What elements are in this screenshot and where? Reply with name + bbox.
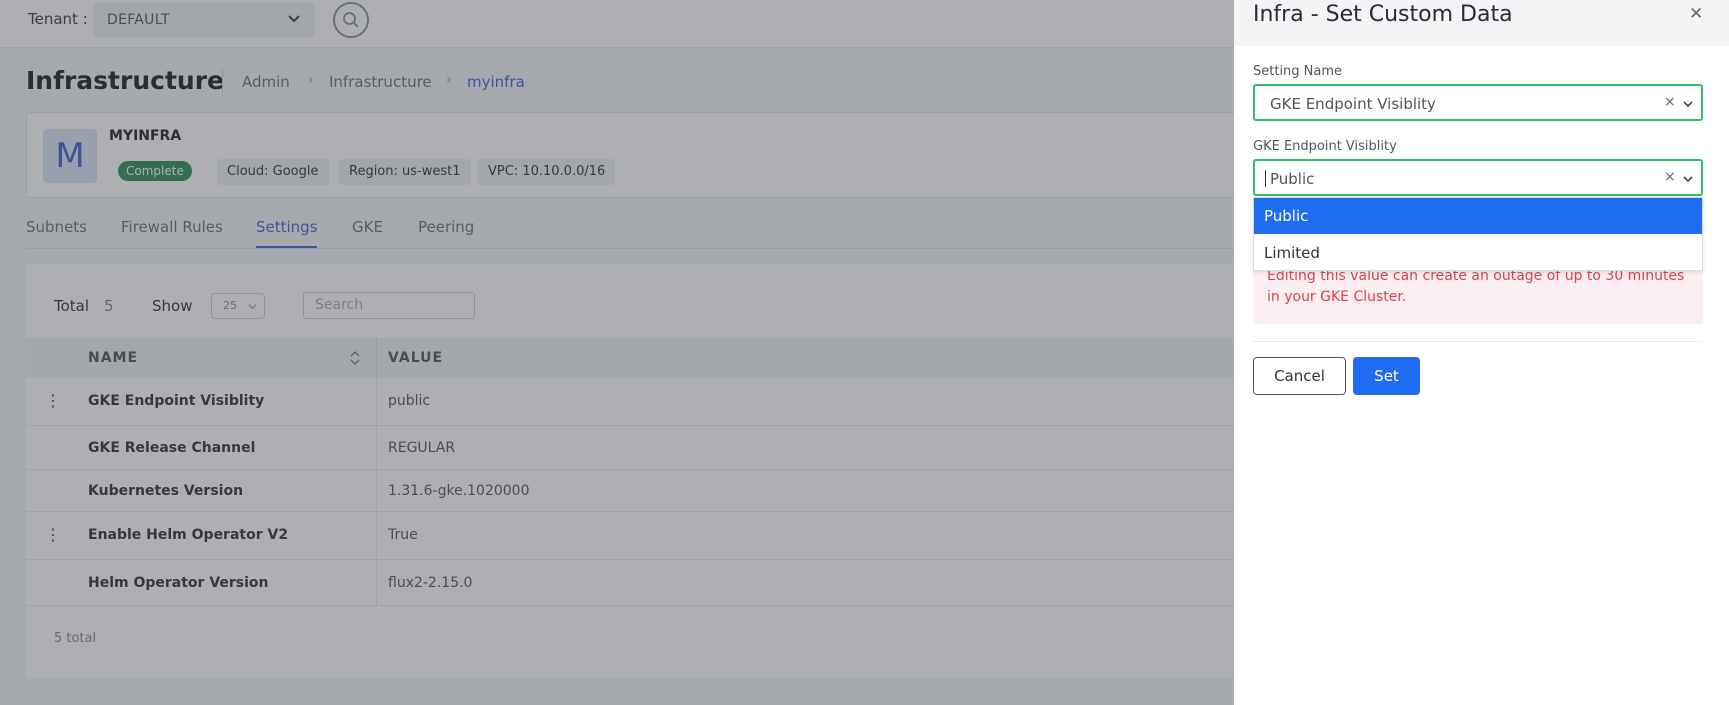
panel-header: Infra - Set Custom Data ✕ <box>1234 0 1729 46</box>
option-public[interactable]: Public <box>1254 198 1702 234</box>
close-icon[interactable]: ✕ <box>1689 4 1703 24</box>
value-label: GKE Endpoint Visiblity <box>1253 139 1397 154</box>
cancel-button[interactable]: Cancel <box>1253 357 1346 395</box>
text-caret <box>1265 170 1266 187</box>
setting-name-value: GKE Endpoint Visiblity <box>1270 95 1436 113</box>
panel-divider <box>1253 341 1703 342</box>
chevron-down-icon[interactable] <box>1683 174 1693 184</box>
setting-name-label: Setting Name <box>1253 64 1343 79</box>
set-custom-data-panel: Infra - Set Custom Data ✕ Setting Name G… <box>1234 0 1729 705</box>
modal-backdrop[interactable] <box>0 0 1234 705</box>
value-select-current: Public <box>1270 170 1315 188</box>
warning-text: Editing this value can create an outage … <box>1267 268 1685 305</box>
panel-title: Infra - Set Custom Data <box>1253 2 1513 27</box>
clear-icon[interactable]: × <box>1664 169 1676 185</box>
clear-icon[interactable]: × <box>1664 94 1676 110</box>
setting-name-select[interactable]: GKE Endpoint Visiblity × <box>1253 84 1703 121</box>
set-button[interactable]: Set <box>1353 357 1420 395</box>
chevron-down-icon[interactable] <box>1683 99 1693 109</box>
value-select[interactable]: Public × <box>1253 159 1703 196</box>
value-options-dropdown: Public Limited <box>1253 197 1703 271</box>
option-limited[interactable]: Limited <box>1254 235 1702 271</box>
